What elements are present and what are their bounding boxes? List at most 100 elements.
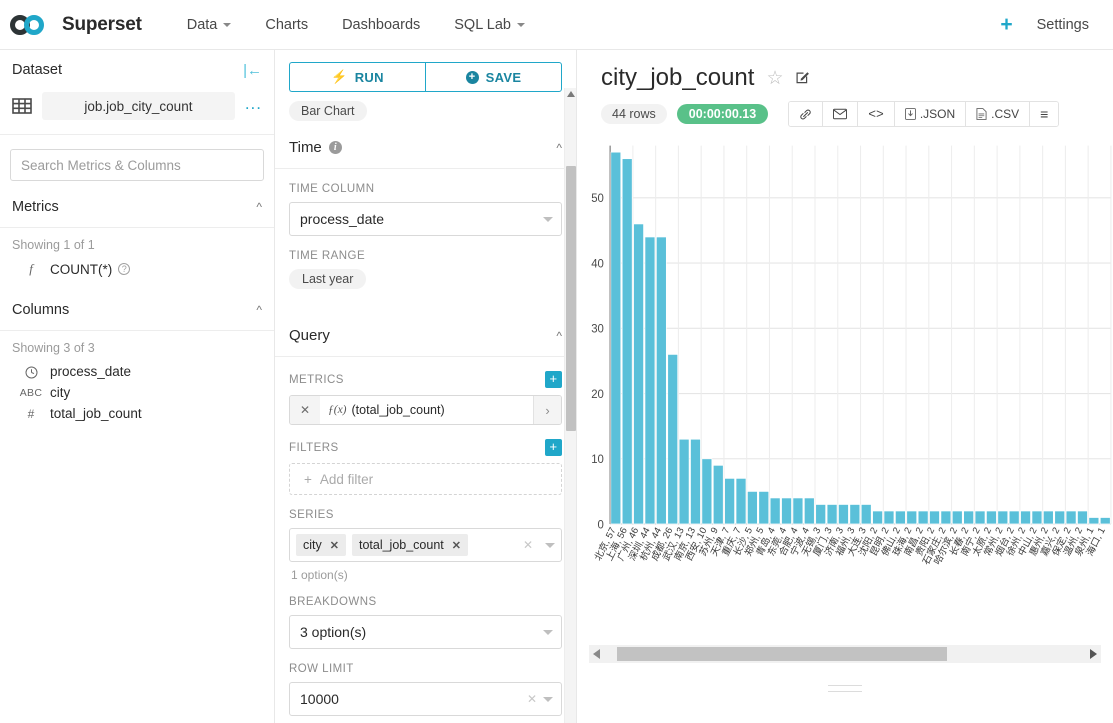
settings-menu[interactable]: Settings xyxy=(1023,17,1101,33)
resize-handle[interactable] xyxy=(828,685,862,692)
bar[interactable] xyxy=(849,504,861,525)
add-filter-button[interactable]: + xyxy=(545,439,562,456)
metrics-section-header[interactable]: Metrics ^ xyxy=(0,189,274,228)
bar[interactable] xyxy=(633,223,644,525)
copy-link-icon[interactable] xyxy=(789,102,824,126)
bar-chart[interactable]: 01020304050北京, 57上海, 56广州, 46深圳, 44杭州, 4… xyxy=(577,139,1113,645)
hscrollbar-thumb[interactable] xyxy=(617,647,947,661)
bar[interactable] xyxy=(826,504,838,525)
bar[interactable] xyxy=(906,510,918,525)
bar[interactable] xyxy=(1042,510,1054,525)
edit-pencil-icon[interactable] xyxy=(795,69,810,87)
scrollbar-thumb[interactable] xyxy=(566,166,576,431)
bar[interactable] xyxy=(974,510,986,525)
bar[interactable] xyxy=(929,510,940,525)
bar[interactable] xyxy=(1088,517,1100,525)
bar[interactable] xyxy=(1008,510,1020,525)
help-icon[interactable]: ? xyxy=(118,263,131,275)
bar[interactable] xyxy=(610,151,622,525)
run-button[interactable]: ⚡ RUN xyxy=(289,62,425,92)
save-button[interactable]: + SAVE xyxy=(425,62,562,92)
bar[interactable] xyxy=(963,510,975,525)
bar[interactable] xyxy=(815,504,827,525)
code-icon[interactable]: <> xyxy=(858,102,895,126)
bar[interactable] xyxy=(712,464,724,525)
search-input[interactable] xyxy=(10,149,264,181)
bar[interactable] xyxy=(769,497,781,525)
bar[interactable] xyxy=(747,490,758,525)
bar[interactable] xyxy=(838,504,849,525)
download-csv-button[interactable]: .CSV xyxy=(966,102,1031,126)
query-section-header[interactable]: Query ^ xyxy=(275,309,576,357)
bar[interactable] xyxy=(667,353,679,525)
bar[interactable] xyxy=(894,510,906,525)
brand-logo-group[interactable]: Superset xyxy=(10,14,142,36)
info-icon[interactable]: i xyxy=(328,141,342,154)
column-item-process-date[interactable]: process_date xyxy=(0,361,274,382)
column-item-total-job-count[interactable]: # total_job_count xyxy=(0,403,274,424)
collapse-left-icon[interactable]: |← xyxy=(243,63,262,78)
add-filter-dropzone[interactable]: + Add filter xyxy=(289,463,562,495)
star-outline-icon[interactable]: ☆ xyxy=(766,69,783,88)
remove-metric-icon[interactable]: ✕ xyxy=(290,396,320,424)
dataset-more-icon[interactable]: ... xyxy=(245,95,262,118)
chart-horizontal-scrollbar[interactable] xyxy=(589,645,1101,663)
bar[interactable] xyxy=(997,510,1009,525)
row-limit-select[interactable]: 10000 ✕ xyxy=(289,682,562,716)
bar[interactable] xyxy=(803,497,815,525)
nav-item-data[interactable]: Data xyxy=(170,0,249,50)
bar[interactable] xyxy=(655,236,667,525)
remove-tag-icon[interactable]: ✕ xyxy=(452,539,461,552)
nav-item-charts[interactable]: Charts xyxy=(248,0,325,50)
scroll-right-arrow-icon[interactable] xyxy=(1090,649,1097,659)
scroll-left-arrow-icon[interactable] xyxy=(593,649,600,659)
clear-row-limit-icon[interactable]: ✕ xyxy=(527,692,537,706)
bar[interactable] xyxy=(735,477,747,525)
bar[interactable] xyxy=(1054,510,1066,525)
scroll-up-arrow-icon[interactable] xyxy=(567,91,575,97)
bar[interactable] xyxy=(986,510,997,525)
metric-item-count[interactable]: f COUNT(*) ? xyxy=(0,258,274,280)
bar[interactable] xyxy=(1065,510,1077,525)
column-item-city[interactable]: ABC city xyxy=(0,382,274,403)
bar[interactable] xyxy=(917,510,929,525)
nav-item-sql-lab[interactable]: SQL Lab xyxy=(437,0,542,50)
nav-item-dashboards[interactable]: Dashboards xyxy=(325,0,437,50)
metric-entry[interactable]: ✕ ƒ(x) (total_job_count) › xyxy=(289,395,562,425)
clear-series-icon[interactable]: ✕ xyxy=(523,538,533,552)
bar[interactable] xyxy=(940,510,952,525)
series-tag-total-job-count[interactable]: total_job_count ✕ xyxy=(351,534,468,556)
bar[interactable] xyxy=(690,438,701,525)
viz-type-pill[interactable]: Bar Chart xyxy=(289,101,367,121)
bar[interactable] xyxy=(1020,510,1031,525)
bar[interactable] xyxy=(678,438,690,525)
bar[interactable] xyxy=(644,236,656,525)
remove-tag-icon[interactable]: ✕ xyxy=(330,539,339,552)
bar[interactable] xyxy=(792,497,804,525)
bar[interactable] xyxy=(860,504,872,525)
new-item-button[interactable]: + xyxy=(990,14,1022,35)
columns-section-header[interactable]: Columns ^ xyxy=(0,292,274,331)
bar[interactable] xyxy=(1031,510,1043,525)
chevron-right-icon[interactable]: › xyxy=(533,396,561,424)
bar[interactable] xyxy=(872,510,883,525)
series-tag-city[interactable]: city ✕ xyxy=(296,534,346,556)
hamburger-menu-icon[interactable]: ≡ xyxy=(1030,102,1059,126)
bar[interactable] xyxy=(1099,517,1111,525)
add-metric-button[interactable]: + xyxy=(545,371,562,388)
time-range-pill[interactable]: Last year xyxy=(289,269,367,289)
control-panel-scrollbar[interactable] xyxy=(564,88,576,723)
bar[interactable] xyxy=(724,477,735,525)
bar[interactable] xyxy=(621,158,633,525)
dataset-name[interactable]: job.job_city_count xyxy=(42,92,235,120)
download-json-button[interactable]: .JSON xyxy=(894,102,967,126)
time-column-select[interactable]: process_date xyxy=(289,202,562,236)
bar[interactable] xyxy=(758,490,770,525)
bar[interactable] xyxy=(781,497,792,525)
email-icon[interactable] xyxy=(823,102,859,126)
bar[interactable] xyxy=(701,458,713,525)
time-section-header[interactable]: Time i ^ xyxy=(275,121,576,169)
bar[interactable] xyxy=(951,510,963,525)
series-select[interactable]: city ✕ total_job_count ✕ ✕ xyxy=(289,528,562,562)
bar[interactable] xyxy=(1077,510,1088,525)
